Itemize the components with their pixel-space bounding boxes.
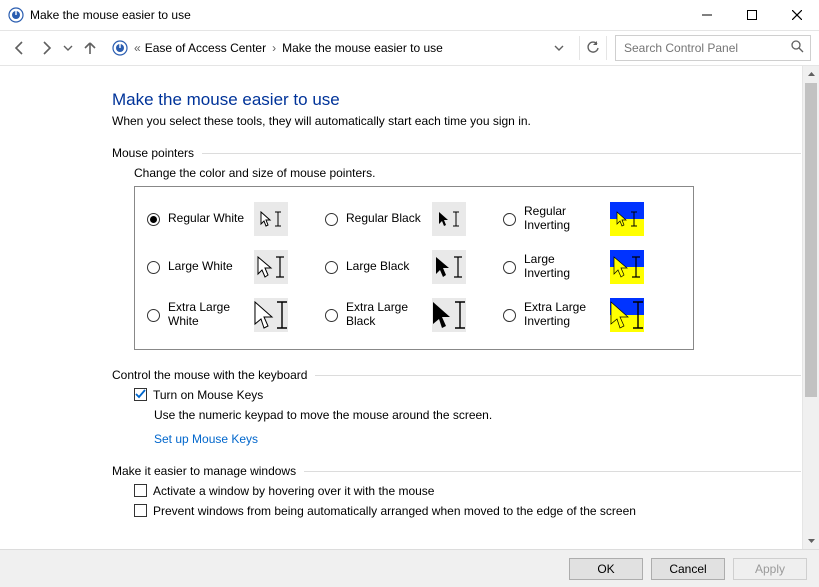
radio-large-inverting[interactable] [503, 261, 516, 274]
page-title: Make the mouse easier to use [112, 90, 801, 110]
prevent-snap-label: Prevent windows from being automatically… [153, 504, 636, 518]
back-button[interactable] [8, 36, 32, 60]
label-large-white: Large White [168, 260, 246, 274]
scroll-down-button[interactable] [803, 532, 819, 549]
divider [304, 471, 801, 472]
scroll-thumb[interactable] [805, 83, 817, 397]
option-regular-inverting[interactable]: Regular Inverting [503, 202, 681, 236]
swatch-xl-inverting [610, 298, 644, 332]
radio-xl-black[interactable] [325, 309, 338, 322]
divider [202, 153, 801, 154]
swatch-large-white [254, 250, 288, 284]
hover-activate-label: Activate a window by hovering over it wi… [153, 484, 434, 498]
scroll-up-button[interactable] [803, 66, 819, 83]
group-mouse-keyboard-header: Control the mouse with the keyboard [112, 368, 801, 382]
group-mouse-pointers-subtitle: Change the color and size of mouse point… [134, 166, 801, 180]
pointer-row-xl: Extra Large White Extra Large Black [147, 291, 681, 339]
up-button[interactable] [78, 36, 102, 60]
radio-large-white[interactable] [147, 261, 160, 274]
prevent-snap-checkbox[interactable] [134, 504, 147, 517]
search-box[interactable] [615, 35, 811, 61]
ok-button[interactable]: OK [569, 558, 643, 580]
divider [315, 375, 801, 376]
pointer-row-regular: Regular White Regular Black [147, 195, 681, 243]
swatch-regular-inverting [610, 202, 644, 236]
radio-xl-white[interactable] [147, 309, 160, 322]
radio-regular-white[interactable] [147, 213, 160, 226]
main-area: Make the mouse easier to use When you se… [0, 66, 819, 549]
prevent-snap-row[interactable]: Prevent windows from being automatically… [134, 504, 801, 518]
recent-locations-button[interactable] [60, 36, 76, 60]
option-xl-white[interactable]: Extra Large White [147, 298, 325, 332]
apply-button[interactable]: Apply [733, 558, 807, 580]
vertical-scrollbar[interactable] [802, 66, 819, 549]
minimize-button[interactable] [684, 0, 729, 30]
swatch-large-inverting [610, 250, 644, 284]
swatch-xl-white [254, 298, 288, 332]
group-manage-windows-header: Make it easier to manage windows [112, 464, 801, 478]
refresh-button[interactable] [579, 36, 607, 60]
search-input[interactable] [622, 40, 785, 56]
window-controls [684, 0, 819, 30]
radio-xl-inverting[interactable] [503, 309, 516, 322]
content: Make the mouse easier to use When you se… [0, 66, 801, 549]
option-xl-inverting[interactable]: Extra Large Inverting [503, 298, 681, 332]
button-bar: OK Cancel Apply [0, 549, 819, 587]
option-large-inverting[interactable]: Large Inverting [503, 250, 681, 284]
pointer-row-large: Large White Large Black La [147, 243, 681, 291]
toolbar: « Ease of Access Center › Make the mouse… [0, 30, 819, 66]
mousekeys-description: Use the numeric keypad to move the mouse… [154, 408, 801, 422]
label-large-inverting: Large Inverting [524, 253, 602, 281]
swatch-xl-black [432, 298, 466, 332]
breadcrumb-item-ease-of-access[interactable]: Ease of Access Center [145, 41, 266, 55]
option-large-white[interactable]: Large White [147, 250, 325, 284]
option-regular-white[interactable]: Regular White [147, 202, 325, 236]
breadcrumb-separator-icon: › [272, 41, 276, 55]
address-bar-dropdown[interactable] [547, 43, 571, 53]
swatch-regular-black [432, 202, 466, 236]
maximize-button[interactable] [729, 0, 774, 30]
label-xl-white: Extra Large White [168, 301, 246, 329]
close-button[interactable] [774, 0, 819, 30]
address-bar-icon [110, 38, 130, 58]
pointer-options-grid: Regular White Regular Black [134, 186, 694, 350]
window-title: Make the mouse easier to use [30, 8, 684, 22]
group-manage-windows-title: Make it easier to manage windows [112, 464, 296, 478]
hover-activate-row[interactable]: Activate a window by hovering over it wi… [134, 484, 801, 498]
title-bar: Make the mouse easier to use [0, 0, 819, 30]
label-large-black: Large Black [346, 260, 424, 274]
mousekeys-checkbox[interactable] [134, 388, 147, 401]
group-mouse-pointers-title: Mouse pointers [112, 146, 194, 160]
swatch-regular-white [254, 202, 288, 236]
forward-button[interactable] [34, 36, 58, 60]
setup-mousekeys-link[interactable]: Set up Mouse Keys [154, 432, 801, 446]
breadcrumb: Ease of Access Center › Make the mouse e… [143, 41, 545, 55]
hover-activate-checkbox[interactable] [134, 484, 147, 497]
mousekeys-label: Turn on Mouse Keys [153, 388, 263, 402]
search-icon[interactable] [791, 40, 804, 56]
option-xl-black[interactable]: Extra Large Black [325, 298, 503, 332]
scroll-track[interactable] [803, 83, 819, 532]
option-regular-black[interactable]: Regular Black [325, 202, 503, 236]
label-xl-inverting: Extra Large Inverting [524, 301, 602, 329]
group-mouse-pointers-header: Mouse pointers [112, 146, 801, 160]
label-regular-white: Regular White [168, 212, 246, 226]
group-mouse-keyboard-title: Control the mouse with the keyboard [112, 368, 307, 382]
breadcrumb-item-mouse[interactable]: Make the mouse easier to use [282, 41, 443, 55]
page-subtitle: When you select these tools, they will a… [112, 114, 801, 128]
swatch-large-black [432, 250, 466, 284]
label-xl-black: Extra Large Black [346, 301, 424, 329]
radio-large-black[interactable] [325, 261, 338, 274]
control-panel-icon [8, 7, 24, 23]
radio-regular-black[interactable] [325, 213, 338, 226]
radio-regular-inverting[interactable] [503, 213, 516, 226]
label-regular-black: Regular Black [346, 212, 424, 226]
cancel-button[interactable]: Cancel [651, 558, 725, 580]
label-regular-inverting: Regular Inverting [524, 205, 602, 233]
breadcrumb-prefix-icon: « [134, 41, 141, 55]
option-large-black[interactable]: Large Black [325, 250, 503, 284]
mousekeys-row[interactable]: Turn on Mouse Keys [134, 388, 801, 402]
